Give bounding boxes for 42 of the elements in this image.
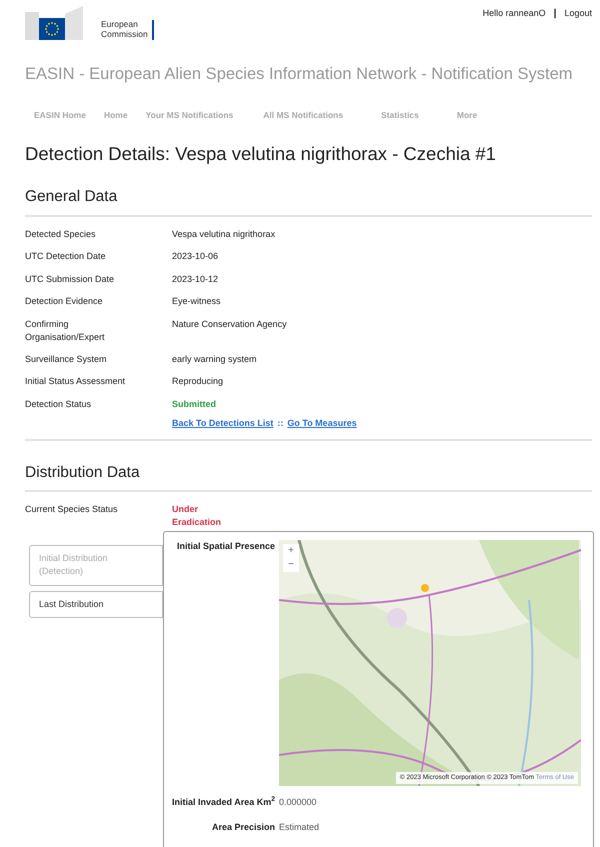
field-value: 0.000000 [279,796,317,809]
nav-link[interactable]: Home [94,104,137,126]
nav-link[interactable]: Statistics [372,104,428,126]
tab[interactable]: Last Distribution [29,590,163,618]
field-label: Detection Status [25,398,92,410]
field-value: Nature Conservation Agency [172,318,287,331]
status-value: Submitted [172,398,216,410]
section-heading: Distribution Data [25,460,592,492]
nav-link[interactable]: All MS Notifications [254,104,352,126]
field-label: Current Species Status [25,502,119,516]
field-value: 2023-10-06 [172,250,218,263]
field-label: Detection Evidence [25,295,104,308]
nav-link[interactable]: More [448,104,486,126]
field-label: Initial Invaded Area Km$^{2}$ [171,796,276,809]
field-label: Initial Status Assessment [25,375,126,388]
logo-text: European Commission [101,20,154,40]
link-separator: :: [277,417,284,430]
field-label: Area Precision [210,821,276,834]
greeting-link[interactable]: Hello ranneanO [482,6,546,20]
field-value: Eye-witness [172,295,221,308]
section-heading: General Data [25,185,592,216]
tab[interactable]: Initial Distribution (Detection) [29,544,163,586]
field-label: Detected Species [25,228,97,241]
nav-link[interactable]: EASIN Home [25,104,95,126]
field-value: Reproducing [172,375,224,388]
logout-link[interactable]: Logout [564,6,592,20]
field-label: UTC Detection Date [25,250,107,263]
separator: | [554,7,556,21]
field-value: 2023-10-12 [172,272,218,286]
field-value: Estimated [279,821,320,834]
nav-link[interactable]: Go To Measures [287,417,357,430]
status-value: Under Eradication [172,502,222,530]
field-label: Initial Spatial Presence [176,540,276,553]
field-value: Vespa velutina nigrithorax [172,228,276,241]
app-title: EASIN - European Alien Species Information Network - Notification System [25,64,574,85]
field-value: early warning system [172,352,257,366]
field-label: Surveillance System [25,352,108,366]
nav-link[interactable]: Your MS Notifications [136,104,242,126]
nav-link[interactable]: Back To Detections List [172,417,274,430]
page-title: Detection Details: Vespa velutina nigrithorax - Czechia #1 [25,142,497,166]
field-label: UTC Submission Date [25,272,116,286]
field-label: Confirming Organisation/Expert [25,318,106,344]
